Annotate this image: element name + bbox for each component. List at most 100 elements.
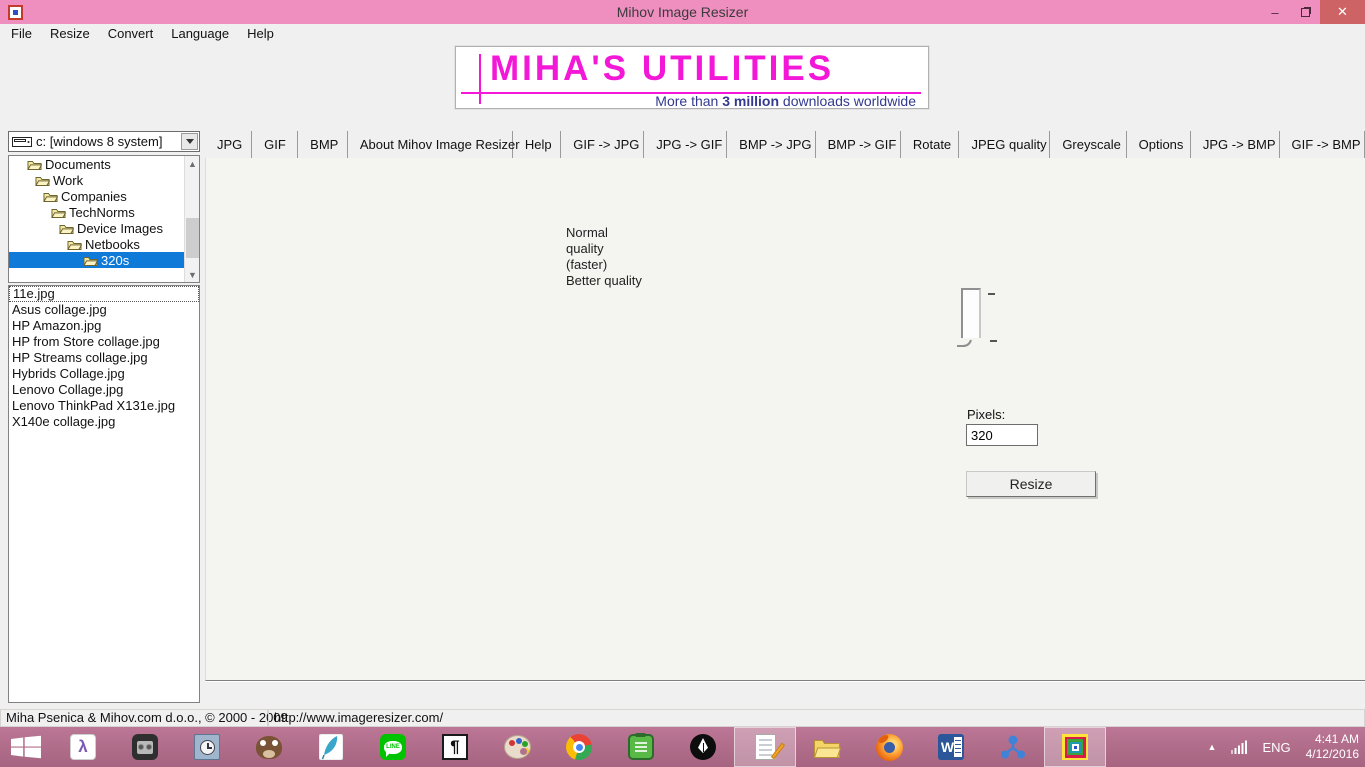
mihov-resizer-icon[interactable] bbox=[1044, 727, 1106, 767]
file-item-hybrids-collage-jpg[interactable]: Hybrids Collage.jpg bbox=[9, 366, 199, 382]
tab-help[interactable]: Help bbox=[513, 131, 561, 158]
menu-item-convert[interactable]: Convert bbox=[99, 24, 163, 44]
paint-palette-app-icon[interactable] bbox=[486, 727, 548, 767]
restore-icon bbox=[1301, 8, 1310, 17]
tab-gif-jpg[interactable]: GIF -> JPG bbox=[561, 131, 644, 158]
chrome-icon[interactable] bbox=[548, 727, 610, 767]
drive-dropdown-button[interactable] bbox=[181, 133, 198, 150]
open-folder-icon bbox=[43, 190, 58, 203]
tab-about-mihov-image-resizer[interactable]: About Mihov Image Resizer bbox=[348, 131, 513, 158]
tray-date: 4/12/2016 bbox=[1306, 747, 1359, 762]
file-item-11e-jpg[interactable]: 11e.jpg bbox=[9, 286, 199, 302]
tree-scrollbar-thumb[interactable] bbox=[186, 218, 199, 258]
tree-item-technorms[interactable]: TechNorms bbox=[9, 204, 199, 220]
tab-jpeg-quality[interactable]: JPEG quality bbox=[959, 131, 1050, 158]
tab-jpg[interactable]: JPG bbox=[205, 131, 252, 158]
camera-app-icon[interactable] bbox=[114, 727, 176, 767]
quality-line: (faster) bbox=[566, 257, 642, 273]
tree-item-label: TechNorms bbox=[66, 205, 138, 220]
quality-line: Normal bbox=[566, 225, 642, 241]
tab-greyscale[interactable]: Greyscale bbox=[1050, 131, 1126, 158]
file-item-lenovo-thinkpad-x131e-jpg[interactable]: Lenovo ThinkPad X131e.jpg bbox=[9, 398, 199, 414]
slider-foot-curve bbox=[955, 334, 989, 348]
pixels-input[interactable] bbox=[966, 424, 1038, 446]
pen-nib-app-icon[interactable] bbox=[672, 727, 734, 767]
line-messenger-icon[interactable]: LINE bbox=[362, 727, 424, 767]
tab-options[interactable]: Options bbox=[1127, 131, 1191, 158]
gimp-icon[interactable] bbox=[238, 727, 300, 767]
green-notepad-app-icon[interactable] bbox=[610, 727, 672, 767]
pilcrow-app-icon[interactable]: ¶ bbox=[424, 727, 486, 767]
open-folder-icon bbox=[83, 254, 98, 267]
tab-rotate[interactable]: Rotate bbox=[901, 131, 960, 158]
windows-logo-icon bbox=[11, 735, 41, 759]
tree-item-device-images[interactable]: Device Images bbox=[9, 220, 199, 236]
open-folder-icon bbox=[51, 206, 66, 219]
menu-item-language[interactable]: Language bbox=[162, 24, 238, 44]
menu-item-help[interactable]: Help bbox=[238, 24, 283, 44]
3d-cube-app-icon[interactable]: λ bbox=[52, 727, 114, 767]
file-item-hp-streams-collage-jpg[interactable]: HP Streams collage.jpg bbox=[9, 350, 199, 366]
scroll-up-icon[interactable]: ▲ bbox=[185, 156, 200, 171]
close-button[interactable]: ✕ bbox=[1320, 0, 1365, 24]
file-item-hp-amazon-jpg[interactable]: HP Amazon.jpg bbox=[9, 318, 199, 334]
quality-slider[interactable] bbox=[961, 288, 981, 338]
pixels-label: Pixels: bbox=[967, 407, 1005, 422]
clock[interactable]: 4:41 AM 4/12/2016 bbox=[1306, 732, 1359, 762]
open-folder-icon bbox=[35, 174, 50, 187]
tab-bmp[interactable]: BMP bbox=[298, 131, 348, 158]
mihas-utilities-banner: MIHA'S UTILITIES More than 3 million dow… bbox=[455, 46, 929, 109]
firefox-icon[interactable] bbox=[858, 727, 920, 767]
menu-bar: FileResizeConvertLanguageHelp bbox=[0, 24, 1365, 44]
tree-item-documents[interactable]: Documents bbox=[9, 156, 199, 172]
notes-pencil-app-icon[interactable] bbox=[734, 727, 796, 767]
tab-gif[interactable]: GIF bbox=[252, 131, 298, 158]
share-network-app-icon[interactable] bbox=[982, 727, 1044, 767]
slider-tick-bottom bbox=[990, 340, 997, 342]
tree-item-netbooks[interactable]: Netbooks bbox=[9, 236, 199, 252]
hidden-icons-arrow[interactable]: ▲ bbox=[1208, 742, 1217, 752]
file-explorer-icon[interactable] bbox=[796, 727, 858, 767]
slider-tick-top bbox=[988, 293, 995, 295]
tree-item-label: Documents bbox=[42, 157, 114, 172]
folder-clock-app-icon[interactable] bbox=[176, 727, 238, 767]
tree-item-work[interactable]: Work bbox=[9, 172, 199, 188]
tree-item-label: Companies bbox=[58, 189, 130, 204]
window-title: Mihov Image Resizer bbox=[0, 4, 1365, 20]
system-tray: ▲ ENG 4:41 AM 4/12/2016 bbox=[1208, 727, 1359, 767]
file-item-x140e-collage-jpg[interactable]: X140e collage.jpg bbox=[9, 414, 199, 430]
tab-jpg-bmp[interactable]: JPG -> BMP bbox=[1191, 131, 1280, 158]
main-panel: Normalquality(faster)Better quality bbox=[205, 158, 1365, 681]
maximize-button[interactable] bbox=[1290, 0, 1320, 24]
status-copyright: Miha Psenica & Mihov.com d.o.o., © 2000 … bbox=[0, 710, 268, 727]
network-signal-icon[interactable] bbox=[1231, 740, 1247, 754]
drive-selector[interactable]: c: [windows 8 system] bbox=[8, 131, 200, 152]
tree-scrollbar[interactable]: ▲ ▼ bbox=[184, 156, 199, 282]
feather-pen-app-icon[interactable] bbox=[300, 727, 362, 767]
tree-item-label: Netbooks bbox=[82, 237, 143, 252]
open-folder-icon bbox=[27, 158, 42, 171]
tab-bmp-jpg[interactable]: BMP -> JPG bbox=[727, 131, 815, 158]
open-folder-icon bbox=[67, 238, 82, 251]
word-icon[interactable]: W bbox=[920, 727, 982, 767]
scroll-down-icon[interactable]: ▼ bbox=[185, 267, 200, 282]
quality-line: Better quality bbox=[566, 273, 642, 289]
banner-title: MIHA'S UTILITIES bbox=[490, 49, 834, 89]
language-indicator[interactable]: ENG bbox=[1262, 740, 1290, 755]
minimize-button[interactable]: – bbox=[1260, 0, 1290, 24]
tree-item-320s[interactable]: 320s bbox=[9, 252, 199, 268]
quality-options-label: Normalquality(faster)Better quality bbox=[566, 225, 642, 289]
file-item-lenovo-collage-jpg[interactable]: Lenovo Collage.jpg bbox=[9, 382, 199, 398]
tab-jpg-gif[interactable]: JPG -> GIF bbox=[644, 131, 727, 158]
tab-bmp-gif[interactable]: BMP -> GIF bbox=[816, 131, 901, 158]
tree-item-companies[interactable]: Companies bbox=[9, 188, 199, 204]
tree-item-label: 320s bbox=[98, 253, 132, 268]
menu-item-resize[interactable]: Resize bbox=[41, 24, 99, 44]
file-item-hp-from-store-collage-jpg[interactable]: HP from Store collage.jpg bbox=[9, 334, 199, 350]
title-bar: Mihov Image Resizer – ✕ bbox=[0, 0, 1365, 24]
start-button[interactable] bbox=[0, 727, 52, 767]
tab-gif-bmp[interactable]: GIF -> BMP bbox=[1280, 131, 1365, 158]
file-item-asus-collage-jpg[interactable]: Asus collage.jpg bbox=[9, 302, 199, 318]
resize-button[interactable]: Resize bbox=[966, 471, 1096, 497]
menu-item-file[interactable]: File bbox=[2, 24, 41, 44]
